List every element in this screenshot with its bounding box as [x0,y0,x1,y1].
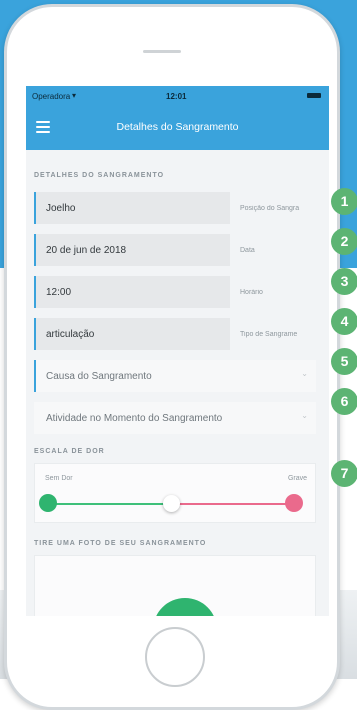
camera-button[interactable] [153,598,217,616]
cause-select[interactable]: Causa do Sangramento ⌄ [34,360,316,392]
bleed-type-field[interactable]: articulação [34,318,230,350]
slider-track-high [178,503,297,505]
pain-min-dot [39,494,57,512]
chevron-down-icon: ⌄ [301,411,308,420]
home-button[interactable] [145,627,205,687]
step-badge-7: 7 [331,460,357,487]
slider-track-low [49,503,178,505]
bleed-type-value: articulação [46,329,95,340]
pain-scale-card: Sem Dor Grave [34,463,316,523]
position-value: Joelho [46,203,76,214]
position-label: Posição do Sangra [240,205,300,212]
date-value: 20 de jun de 2018 [46,245,127,256]
step-badge-6: 6 [331,388,357,415]
phone-speaker [143,50,181,53]
photo-card [34,555,316,616]
page-title: Detalhes do Sangramento [116,121,239,133]
activity-select[interactable]: Atividade no Momento do Sangramento ⌄ [34,402,316,434]
details-section-title: DETALHES DO SANGRAMENTO [34,172,165,179]
date-label: Data [240,247,255,254]
chevron-down-icon: ⌄ [301,369,308,378]
step-badge-5: 5 [331,348,357,375]
battery-icon [307,93,321,98]
position-field[interactable]: Joelho [34,192,230,224]
date-field[interactable]: 20 de jun de 2018 [34,234,230,266]
time-label: Horário [240,289,263,296]
pain-max-label: Grave [287,475,307,482]
pain-min-label: Sem Dor [45,475,73,482]
carrier-label: Operadora [32,92,71,101]
app-screen: Operadora ▾ 12:01 Detalhes do Sangrament… [26,86,329,616]
pain-scale-title: ESCALA DE DOR [34,448,105,455]
step-badge-3: 3 [331,268,357,295]
status-bar: Operadora ▾ 12:01 [26,86,329,106]
time-field[interactable]: 12:00 [34,276,230,308]
time-value: 12:00 [46,287,72,298]
wifi-icon: ▾ [72,91,77,100]
bleed-type-label: Tipo de Sangrame [240,331,298,338]
nav-bar: Detalhes do Sangramento [26,106,329,150]
activity-select-placeholder: Atividade no Momento do Sangramento [46,413,223,424]
pain-slider-thumb[interactable] [162,495,180,512]
cause-select-placeholder: Causa do Sangramento [46,371,152,382]
step-badge-4: 4 [331,308,357,335]
photo-section-title: TIRE UMA FOTO DE SEU SANGRAMENTO [34,540,207,547]
phone-frame: Operadora ▾ 12:01 Detalhes do Sangrament… [4,4,340,710]
step-badge-1: 1 [331,188,357,215]
status-time: 12:01 [166,92,187,101]
pain-max-dot [285,494,303,512]
step-badge-2: 2 [331,228,357,255]
